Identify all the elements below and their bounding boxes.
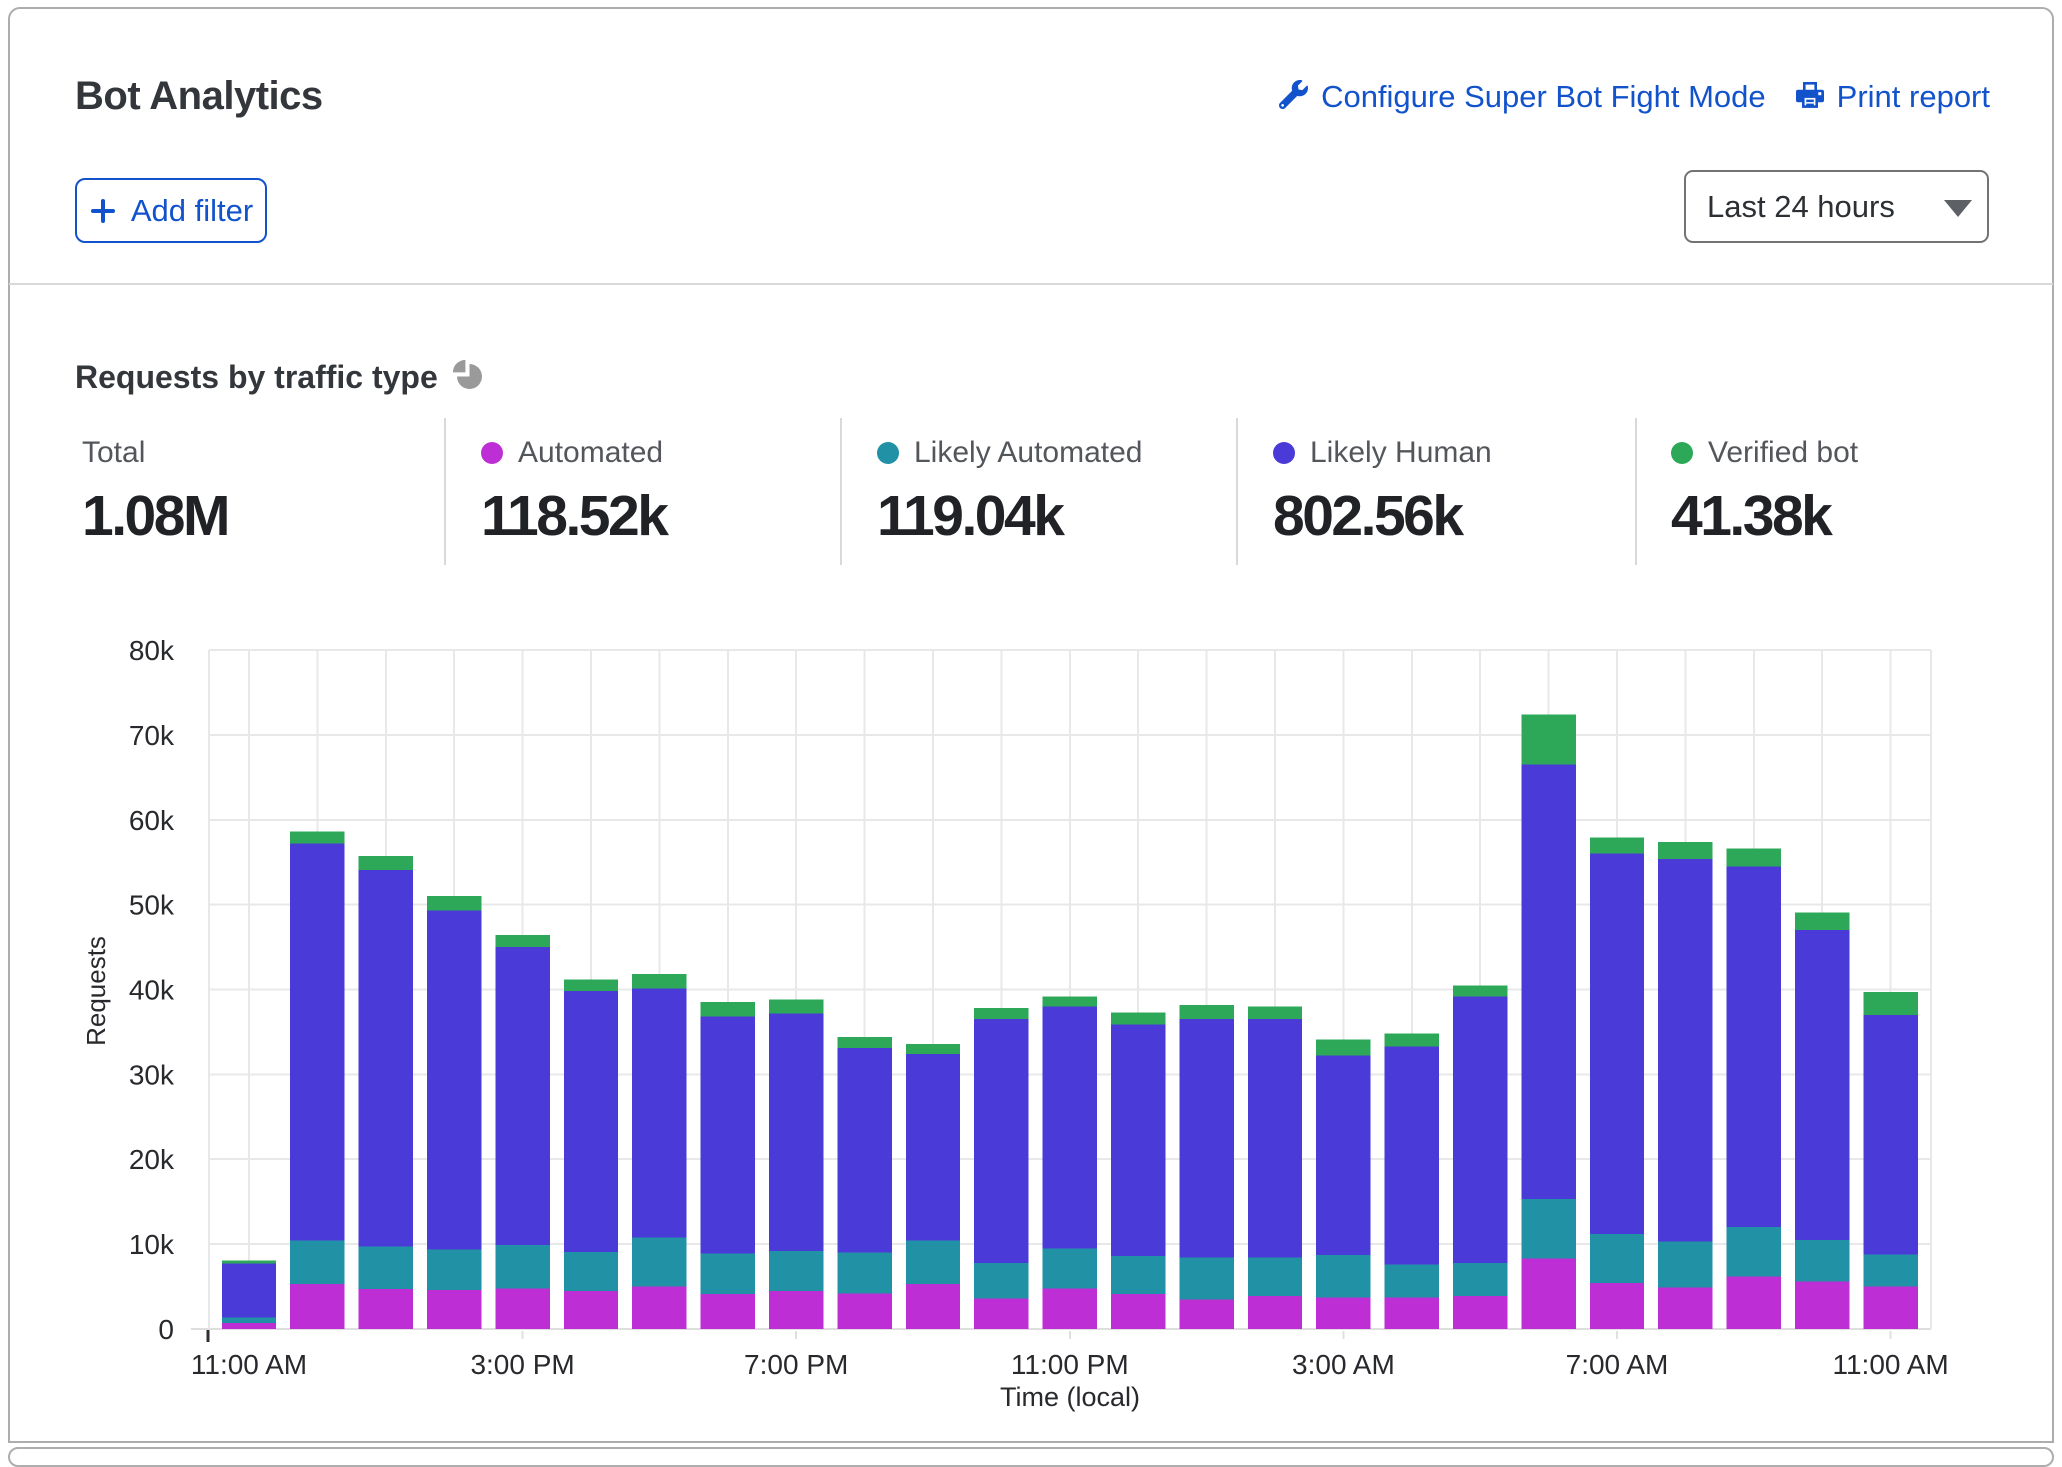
svg-text:11:00 AM: 11:00 AM bbox=[191, 1349, 307, 1380]
svg-text:70k: 70k bbox=[129, 720, 175, 751]
svg-text:3:00 AM: 3:00 AM bbox=[1292, 1349, 1395, 1380]
svg-text:Time (local): Time (local) bbox=[1000, 1382, 1140, 1412]
svg-text:11:00 AM: 11:00 AM bbox=[1832, 1349, 1948, 1380]
svg-text:20k: 20k bbox=[129, 1144, 175, 1175]
svg-text:Requests: Requests bbox=[81, 936, 111, 1046]
svg-text:0: 0 bbox=[158, 1314, 174, 1345]
svg-text:7:00 PM: 7:00 PM bbox=[744, 1349, 848, 1380]
svg-text:3:00 PM: 3:00 PM bbox=[470, 1349, 574, 1380]
svg-text:40k: 40k bbox=[129, 975, 175, 1006]
svg-text:10k: 10k bbox=[129, 1229, 175, 1260]
svg-text:60k: 60k bbox=[129, 805, 175, 836]
svg-text:11:00 PM: 11:00 PM bbox=[1011, 1349, 1129, 1380]
svg-text:30k: 30k bbox=[129, 1059, 175, 1090]
svg-text:50k: 50k bbox=[129, 890, 175, 921]
svg-text:80k: 80k bbox=[129, 635, 175, 666]
svg-text:7:00 AM: 7:00 AM bbox=[1566, 1349, 1669, 1380]
